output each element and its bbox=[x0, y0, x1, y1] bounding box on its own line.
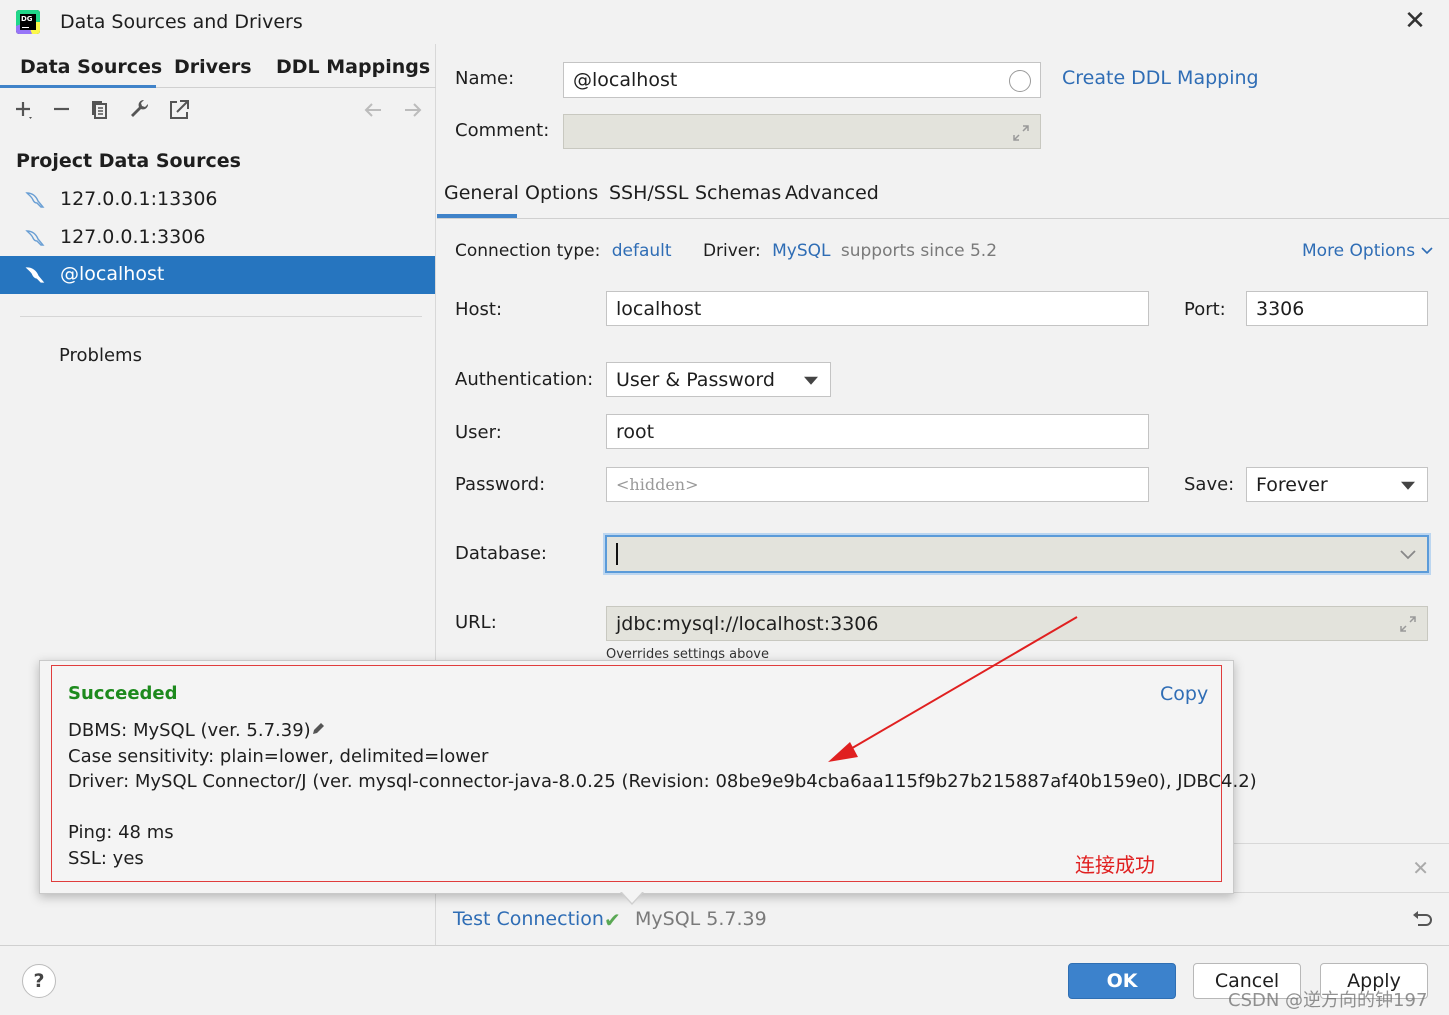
close-icon[interactable]: ✕ bbox=[1412, 856, 1429, 880]
status-succeeded: Succeeded bbox=[68, 683, 178, 704]
tab-ddl-mappings[interactable]: DDL Mappings bbox=[276, 56, 430, 78]
authentication-select[interactable]: User & Password bbox=[606, 362, 831, 397]
forward-arrow-icon[interactable] bbox=[401, 98, 425, 122]
password-placeholder: <hidden> bbox=[616, 475, 699, 494]
create-ddl-mapping-link[interactable]: Create DDL Mapping bbox=[1062, 67, 1259, 89]
save-select[interactable]: Forever bbox=[1246, 467, 1428, 502]
user-input[interactable]: root bbox=[606, 414, 1149, 449]
chevron-down-icon bbox=[1420, 247, 1433, 255]
password-input[interactable]: <hidden> bbox=[606, 467, 1149, 502]
port-input[interactable]: 3306 bbox=[1246, 291, 1428, 326]
test-connection-link[interactable]: Test Connection bbox=[453, 908, 604, 930]
ssl-line: SSL: yes bbox=[68, 848, 144, 869]
connection-type-link[interactable]: default bbox=[612, 241, 672, 261]
tab-data-sources[interactable]: Data Sources bbox=[20, 56, 162, 78]
close-icon[interactable]: ✕ bbox=[1402, 8, 1428, 34]
pencil-icon[interactable] bbox=[311, 722, 325, 736]
expand-icon[interactable] bbox=[1011, 123, 1031, 143]
mysql-dolphin-icon bbox=[25, 267, 45, 283]
tab-options[interactable]: Options bbox=[525, 182, 598, 204]
driver-link[interactable]: MySQL bbox=[772, 241, 830, 261]
tab-ssh-ssl[interactable]: SSH/SSL bbox=[609, 182, 689, 204]
url-label: URL: bbox=[455, 612, 497, 633]
popup-tail-inner bbox=[622, 892, 642, 903]
user-label: User: bbox=[455, 422, 502, 443]
comment-field[interactable] bbox=[563, 114, 1041, 149]
case-sensitivity-line: Case sensitivity: plain=lower, delimited… bbox=[68, 746, 489, 767]
port-value: 3306 bbox=[1256, 297, 1305, 320]
expand-icon[interactable] bbox=[1398, 614, 1418, 634]
mysql-dolphin-icon bbox=[25, 230, 45, 246]
authentication-value: User & Password bbox=[616, 368, 775, 391]
driver-suffix: supports since 5.2 bbox=[840, 241, 998, 261]
check-icon: ✔ bbox=[604, 908, 621, 932]
name-value: @localhost bbox=[573, 69, 678, 91]
save-label: Save: bbox=[1184, 474, 1235, 495]
annotation-text: 连接成功 bbox=[1075, 853, 1155, 877]
help-button[interactable]: ? bbox=[22, 964, 56, 998]
datagrip-logo-icon: DG bbox=[16, 10, 40, 34]
data-source-label: 127.0.0.1:13306 bbox=[60, 188, 218, 210]
window-title: Data Sources and Drivers bbox=[60, 11, 303, 33]
dbms-text: DBMS: MySQL (ver. 5.7.39) bbox=[68, 720, 311, 741]
notification-strip: ✕ bbox=[1234, 843, 1449, 893]
back-arrow-icon[interactable] bbox=[361, 98, 385, 122]
connection-type-row: Connection type: default Driver: MySQL s… bbox=[455, 241, 997, 261]
wrench-icon[interactable] bbox=[128, 98, 152, 122]
server-version: MySQL 5.7.39 bbox=[635, 908, 767, 930]
data-source-label: @localhost bbox=[60, 263, 165, 285]
ping-line: Ping: 48 ms bbox=[68, 822, 174, 843]
more-options-link[interactable]: More Options bbox=[1302, 241, 1433, 261]
text-cursor bbox=[616, 543, 618, 565]
copy-link[interactable]: Copy bbox=[1160, 683, 1208, 705]
database-label: Database: bbox=[455, 543, 547, 564]
dropdown-arrow-icon bbox=[804, 376, 818, 385]
add-icon[interactable] bbox=[12, 98, 36, 122]
driver-line: Driver: MySQL Connector/J (ver. mysql-co… bbox=[68, 771, 1257, 792]
navigate-icon[interactable] bbox=[167, 98, 191, 122]
tab-drivers[interactable]: Drivers bbox=[174, 56, 252, 78]
ok-button[interactable]: OK bbox=[1068, 963, 1176, 999]
mysql-dolphin-icon bbox=[25, 192, 45, 208]
host-label: Host: bbox=[455, 299, 503, 320]
password-label: Password: bbox=[455, 474, 546, 495]
remove-icon[interactable] bbox=[50, 98, 74, 122]
more-options-label: More Options bbox=[1302, 241, 1416, 261]
annotation-arrow bbox=[828, 616, 1078, 762]
save-value: Forever bbox=[1256, 473, 1328, 496]
host-value: localhost bbox=[616, 297, 702, 320]
dbms-line: DBMS: MySQL (ver. 5.7.39) bbox=[68, 720, 325, 741]
comment-label: Comment: bbox=[455, 120, 550, 141]
data-source-item[interactable]: 127.0.0.1:3306 bbox=[0, 219, 435, 257]
section-title: Project Data Sources bbox=[16, 150, 241, 172]
watermark: CSDN @逆方向的钟197 bbox=[1228, 990, 1428, 1011]
color-circle-icon[interactable] bbox=[1009, 70, 1031, 92]
name-field[interactable]: @localhost bbox=[563, 62, 1041, 98]
user-value: root bbox=[616, 420, 655, 443]
authentication-label: Authentication: bbox=[455, 369, 594, 390]
tab-divider bbox=[437, 218, 1449, 219]
data-source-item[interactable]: 127.0.0.1:13306 bbox=[0, 181, 435, 219]
tab-general[interactable]: General bbox=[444, 182, 519, 204]
data-source-label: 127.0.0.1:3306 bbox=[60, 226, 206, 248]
separator bbox=[20, 316, 422, 317]
dropdown-arrow-icon bbox=[1401, 481, 1415, 490]
driver-label: Driver: bbox=[702, 241, 761, 261]
tab-advanced[interactable]: Advanced bbox=[785, 182, 879, 204]
active-tab-indicator bbox=[0, 85, 156, 88]
duplicate-icon[interactable] bbox=[88, 98, 112, 122]
tab-schemas[interactable]: Schemas bbox=[695, 182, 781, 204]
logo-text: DG bbox=[20, 14, 36, 30]
data-source-item-selected[interactable]: @localhost bbox=[0, 256, 435, 294]
revert-icon[interactable] bbox=[1410, 909, 1434, 931]
chevron-down-icon[interactable] bbox=[1399, 547, 1417, 561]
active-tab-indicator bbox=[437, 214, 517, 218]
problems-item[interactable]: Problems bbox=[59, 345, 142, 366]
database-input[interactable] bbox=[605, 535, 1429, 573]
port-label: Port: bbox=[1184, 299, 1226, 320]
host-input[interactable]: localhost bbox=[606, 291, 1149, 326]
connection-type-label: Connection type: bbox=[455, 241, 601, 261]
name-label: Name: bbox=[455, 68, 515, 89]
